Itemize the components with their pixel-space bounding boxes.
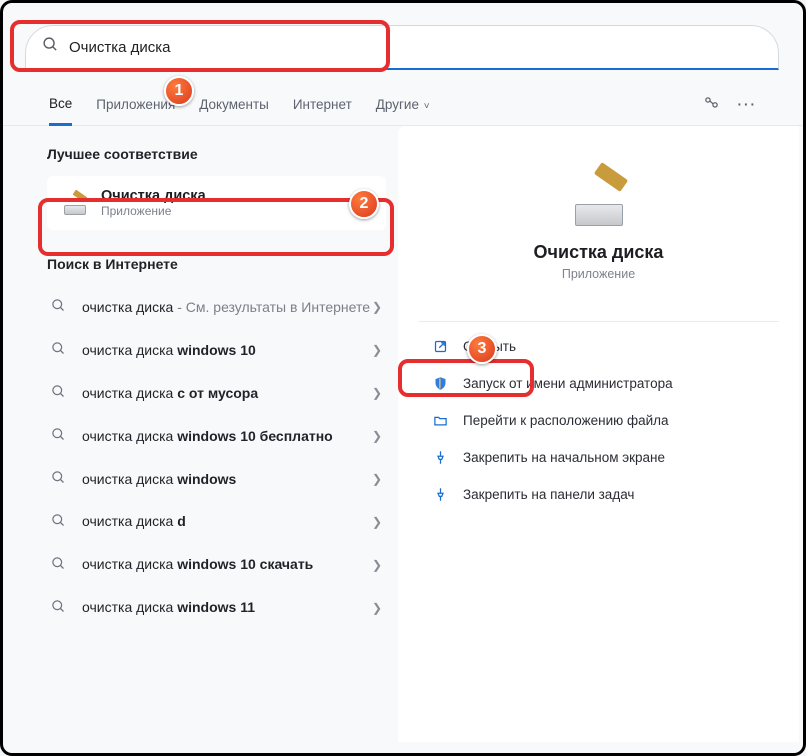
shield-icon	[432, 375, 449, 392]
web-result-item[interactable]: очистка диска windows 10 ❯	[47, 329, 386, 372]
action-label: Закрепить на начальном экране	[463, 450, 665, 465]
web-result-item[interactable]: очистка диска windows ❯	[47, 458, 386, 501]
search-icon	[51, 470, 66, 488]
tab-docs[interactable]: Документы	[199, 85, 269, 124]
tab-more[interactable]: Другие ˅	[376, 85, 430, 124]
search-icon	[51, 599, 66, 617]
web-result-text: очистка диска windows 11	[82, 598, 372, 617]
content-area: Лучшее соответствие Очистка диска Прилож…	[3, 126, 803, 746]
annotation-badge-3: 3	[467, 334, 497, 364]
web-result-item[interactable]: очистка диска с от мусора ❯	[47, 372, 386, 415]
web-result-item[interactable]: очистка диска - См. результаты в Интерне…	[47, 286, 386, 329]
search-icon	[51, 341, 66, 359]
web-result-text: очистка диска - См. результаты в Интерне…	[82, 298, 372, 317]
results-column: Лучшее соответствие Очистка диска Прилож…	[3, 126, 398, 746]
pin-icon	[432, 449, 449, 466]
search-icon	[51, 298, 66, 316]
chevron-right-icon: ❯	[372, 429, 382, 443]
chevron-down-icon: ˅	[421, 101, 430, 112]
disk-cleanup-icon	[63, 191, 87, 215]
web-result-item[interactable]: очистка диска windows 10 скачать ❯	[47, 543, 386, 586]
web-result-text: очистка диска windows 10 бесплатно	[82, 427, 372, 446]
best-match-subtitle: Приложение	[101, 204, 206, 218]
best-match-header: Лучшее соответствие	[47, 146, 386, 162]
tabs-bar: Все Приложения Документы Интернет Другие…	[3, 84, 803, 126]
more-icon[interactable]: ···	[738, 97, 758, 112]
search-icon	[51, 384, 66, 402]
search-input[interactable]	[69, 39, 762, 56]
action-pin[interactable]: Закрепить на начальном экране	[418, 439, 779, 476]
web-result-text: очистка диска d	[82, 512, 372, 531]
detail-panel: Очистка диска Приложение ОткрытьЗапуск о…	[398, 126, 799, 742]
action-folder[interactable]: Перейти к расположению файла	[418, 402, 779, 439]
web-result-item[interactable]: очистка диска windows 10 бесплатно ❯	[47, 415, 386, 458]
web-result-text: очистка диска windows 10	[82, 341, 372, 360]
divider	[418, 321, 779, 322]
web-results-list: очистка диска - См. результаты в Интерне…	[47, 286, 386, 629]
chevron-right-icon: ❯	[372, 300, 382, 314]
action-label: Закрепить на панели задач	[463, 487, 634, 502]
chevron-right-icon: ❯	[372, 601, 382, 615]
search-icon	[51, 556, 66, 574]
web-search-header: Поиск в Интернете	[47, 256, 386, 272]
chevron-right-icon: ❯	[372, 386, 382, 400]
search-bar[interactable]	[25, 25, 779, 70]
tab-all[interactable]: Все	[49, 84, 72, 126]
search-icon	[51, 427, 66, 445]
detail-title: Очистка диска	[418, 242, 779, 263]
detail-subtitle: Приложение	[418, 267, 779, 281]
action-pin[interactable]: Закрепить на панели задач	[418, 476, 779, 513]
web-result-text: очистка диска windows	[82, 470, 372, 489]
search-window: Все Приложения Документы Интернет Другие…	[0, 0, 806, 756]
pin-icon	[432, 486, 449, 503]
chevron-right-icon: ❯	[372, 343, 382, 357]
chevron-right-icon: ❯	[372, 472, 382, 486]
web-result-item[interactable]: очистка диска windows 11 ❯	[47, 586, 386, 629]
chevron-right-icon: ❯	[372, 515, 382, 529]
web-result-text: очистка диска windows 10 скачать	[82, 555, 372, 574]
web-result-item[interactable]: очистка диска d ❯	[47, 500, 386, 543]
action-label: Запуск от имени администратора	[463, 376, 673, 391]
search-icon	[51, 513, 66, 531]
tab-web[interactable]: Интернет	[293, 85, 352, 124]
chevron-right-icon: ❯	[372, 558, 382, 572]
share-icon[interactable]	[703, 95, 720, 115]
annotation-badge-1: 1	[164, 76, 194, 106]
search-icon	[42, 36, 59, 58]
web-result-text: очистка диска с от мусора	[82, 384, 372, 403]
best-match-item[interactable]: Очистка диска Приложение	[47, 176, 386, 230]
action-shield[interactable]: Запуск от имени администратора	[418, 365, 779, 402]
folder-icon	[432, 412, 449, 429]
best-match-title: Очистка диска	[101, 188, 206, 204]
action-label: Перейти к расположению файла	[463, 413, 669, 428]
disk-cleanup-icon-large	[569, 166, 629, 226]
open-icon	[432, 338, 449, 355]
annotation-badge-2: 2	[349, 189, 379, 219]
